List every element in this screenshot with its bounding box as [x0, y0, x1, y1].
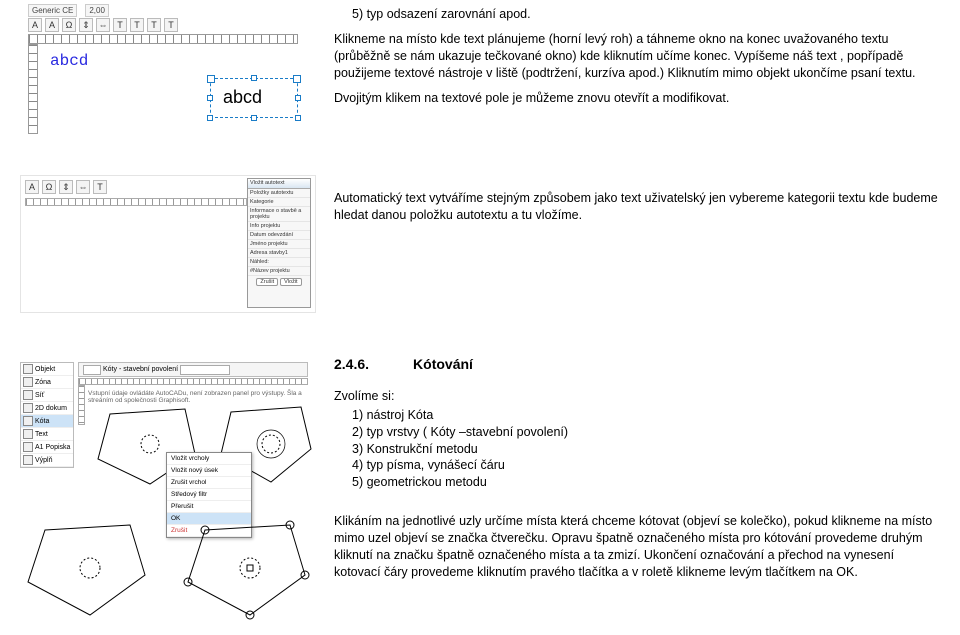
spacing-icon[interactable]: ⇔ — [76, 180, 90, 194]
doc-icon — [23, 403, 33, 413]
style-icon[interactable]: T — [93, 180, 107, 194]
ruler-v-bot — [78, 385, 85, 425]
step-4: 4) typ písma, vynášecí čáru — [352, 457, 939, 474]
objekt-icon — [23, 364, 33, 374]
ctx-item[interactable]: Středový filtr — [167, 489, 251, 501]
step-1: 1) nástroj Kóta — [352, 407, 939, 424]
field-1[interactable] — [83, 365, 101, 375]
omega-icon[interactable]: Ω — [42, 180, 56, 194]
ctx-item[interactable]: Přerušit — [167, 501, 251, 513]
polygon-lower-left — [20, 520, 150, 620]
dialog-opt[interactable]: Adresa stavby1 — [248, 249, 310, 258]
step-2: 2) typ vrstvy ( Kóty –stavební povolení) — [352, 424, 939, 441]
dialog-opt[interactable]: Jméno projektu — [248, 240, 310, 249]
omega-icon[interactable]: Ω — [62, 18, 76, 32]
heading-title: Kótování — [413, 355, 473, 374]
dialog-opt[interactable]: Datum odevzdání — [248, 231, 310, 240]
tool-palette: Objekt Zóna Síť 2D dokum Kóta Text A1 Po… — [20, 362, 74, 468]
ctx-item[interactable]: Vložit vrcholy — [167, 453, 251, 465]
align-left-icon[interactable]: A — [28, 18, 42, 32]
zona-icon — [23, 377, 33, 387]
palette-item-vypln[interactable]: Výplň — [21, 454, 73, 467]
palette-item-popiska[interactable]: A1 Popiska — [21, 441, 73, 454]
layer-field[interactable] — [180, 365, 230, 375]
size-icon[interactable]: ⇕ — [79, 18, 93, 32]
lead-zvolime: Zvolíme si: — [334, 388, 939, 405]
section-kotovani: 2.4.6. Kótování Zvolíme si: 1) nástroj K… — [334, 355, 939, 581]
layer-label: Kóty - stavební povolení — [103, 366, 178, 373]
paragraph-autotext: Automatický text vytváříme stejným způso… — [334, 190, 939, 224]
ctx-item[interactable]: Vložit nový úsek — [167, 465, 251, 477]
vypln-icon — [23, 455, 33, 465]
steps-list: 1) nástroj Kóta 2) typ vrstvy ( Kóty –st… — [352, 407, 939, 491]
heading-number: 2.4.6. — [334, 355, 369, 374]
toolbar-mid: A Ω ⇕ ⇔ T — [25, 180, 107, 194]
ruler-h-bot — [78, 378, 308, 385]
sample-text-black: abcd — [223, 87, 262, 108]
cancel-button[interactable]: Zrušit — [256, 278, 278, 286]
kota-icon — [23, 416, 33, 426]
paragraph-double-click: Dvojitým klikem na textové pole je můžem… — [334, 90, 939, 107]
heading-kotovani: 2.4.6. Kótování — [334, 355, 939, 374]
toolbar-top-row: Generic CE 2,00 — [28, 4, 109, 17]
text-box-frame[interactable]: abcd — [210, 78, 298, 118]
dialog-row-polozky: Položky autotextu — [248, 189, 310, 198]
sizes-icon[interactable]: ⇕ — [59, 180, 73, 194]
dialog-title: Vložit autotext — [248, 179, 310, 189]
step-5: 5) geometrickou metodu — [352, 474, 939, 491]
popiska-icon — [23, 442, 33, 452]
section-text-tool-body: 5) typ odsazení zarovnání apod. Klikneme… — [334, 6, 939, 106]
strike-icon[interactable]: T — [164, 18, 178, 32]
ruler-vertical — [28, 44, 38, 134]
step-3: 3) Konstrukční metodu — [352, 441, 939, 458]
figure-dimension: Objekt Zóna Síť 2D dokum Kóta Text A1 Po… — [20, 340, 316, 625]
palette-item-kota[interactable]: Kóta — [21, 415, 73, 428]
dialog-preview: #Název projektu — [248, 267, 310, 276]
underline-icon[interactable]: T — [147, 18, 161, 32]
insert-button[interactable]: Vložit — [280, 278, 301, 286]
dialog-opt[interactable]: Informace o stavbě a projektu — [248, 207, 310, 222]
align-icon[interactable]: A — [25, 180, 39, 194]
paragraph-klikanim: Klikáním na jednotlivé uzly určíme místa… — [334, 513, 939, 581]
status-text: Vstupní údaje ovládáte AutoCADu, není zo… — [88, 390, 316, 404]
text-icon — [23, 429, 33, 439]
font-name-field[interactable]: Generic CE — [28, 4, 77, 17]
sample-text-blue: abcd — [50, 52, 88, 70]
paragraph-click-place: Klikneme na místo kde text plánujeme (ho… — [334, 31, 939, 82]
ruler-mid — [25, 198, 247, 206]
palette-item-zona[interactable]: Zóna — [21, 376, 73, 389]
polygon-lower-right — [180, 520, 310, 620]
figure-text-tool: Generic CE 2,00 A A Ω ⇕ ⇔ T T T T abcd a… — [20, 0, 308, 140]
figure-autotext-dialog: A Ω ⇕ ⇔ T Vložit autotext Položky autote… — [20, 175, 316, 313]
dialog-opt[interactable]: Info projektu — [248, 222, 310, 231]
font-size-field[interactable]: 2,00 — [85, 4, 109, 17]
autotext-dialog[interactable]: Vložit autotext Položky autotextu Katego… — [247, 178, 311, 308]
toolbar-format-row: A A Ω ⇕ ⇔ T T T T — [28, 18, 178, 32]
dimension-option-bar: Kóty - stavební povolení — [78, 362, 308, 377]
spacing-icon[interactable]: ⇔ — [96, 18, 110, 32]
dialog-nahled-label: Náhled: — [248, 258, 310, 267]
section-autotext-body: Automatický text vytváříme stejným způso… — [334, 190, 939, 224]
dialog-buttons: Zrušit Vložit — [250, 278, 308, 286]
align-center-icon[interactable]: A — [45, 18, 59, 32]
dialog-row-kategorie: Kategorie — [248, 198, 310, 207]
ruler-horizontal — [28, 34, 298, 44]
palette-item-sit[interactable]: Síť — [21, 389, 73, 402]
list-item-5: 5) typ odsazení zarovnání apod. — [352, 6, 939, 23]
bold-icon[interactable]: T — [113, 18, 127, 32]
sit-icon — [23, 390, 33, 400]
palette-item-text[interactable]: Text — [21, 428, 73, 441]
italic-icon[interactable]: T — [130, 18, 144, 32]
ctx-item[interactable]: Zrušit vrchol — [167, 477, 251, 489]
palette-item-2d[interactable]: 2D dokum — [21, 402, 73, 415]
palette-item-objekt[interactable]: Objekt — [21, 363, 73, 376]
